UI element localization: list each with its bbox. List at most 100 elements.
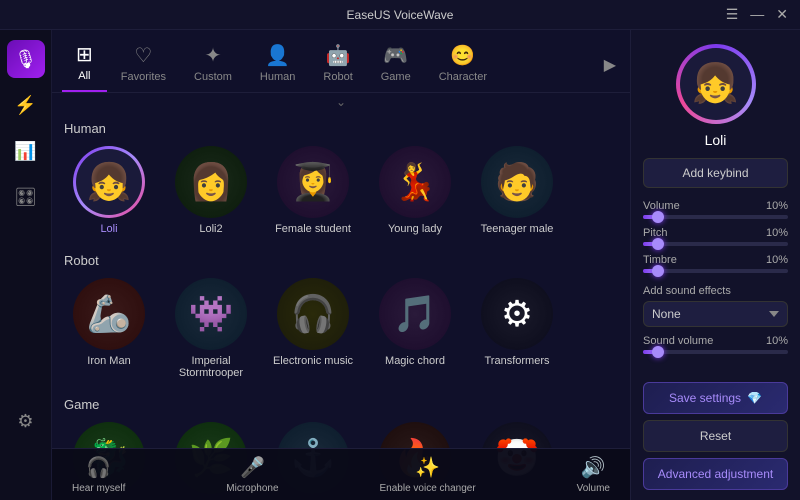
hear-myself-label: Hear myself [72, 483, 125, 494]
microphone-icon: 🎤 [240, 455, 265, 480]
sliders-icon: 🎛 [14, 187, 37, 208]
voice-female-name: Female student [275, 223, 351, 235]
voice-trans-name: Transformers [485, 355, 550, 367]
expand-btn[interactable]: ⌄ [52, 93, 630, 111]
selected-avatar-emoji: 👧 [692, 62, 739, 106]
sidebar: 🎙 ⚡ 📊 🎛 ⚙ [0, 30, 52, 500]
voice-loli-avatar: 👧 [73, 146, 145, 218]
character-icon: 😊 [450, 43, 475, 68]
voice-electronic[interactable]: 🎧 Electronic music [268, 278, 358, 379]
microphone-btn[interactable]: 🎤 Microphone [226, 455, 278, 494]
custom-icon: ✦ [205, 43, 222, 68]
voice-stormtrooper[interactable]: 👾 Imperial Stormtrooper [166, 278, 256, 379]
tab-custom-label: Custom [194, 71, 232, 83]
window-controls[interactable]: ☰ — ✕ [726, 6, 788, 23]
volume-track[interactable] [643, 215, 788, 219]
voice-young-lady[interactable]: 💃 Young lady [370, 146, 460, 235]
sound-vol-value: 10% [766, 335, 788, 347]
pitch-label-row: Pitch 10% [643, 227, 788, 239]
tab-robot[interactable]: 🤖 Robot [309, 39, 366, 91]
volume-slider-section: Volume 10% [643, 200, 788, 219]
microphone-label: Microphone [226, 483, 278, 494]
settings-icon: ⚙ [17, 411, 33, 432]
titlebar-title: EaseUS VoiceWave [347, 8, 454, 22]
volume-btn[interactable]: 🔊 Volume [577, 455, 610, 494]
bolt-icon: ⚡ [14, 95, 36, 116]
timbre-value: 10% [766, 254, 788, 266]
enable-voice-btn[interactable]: ✨ Enable voice changer [380, 455, 476, 494]
enable-voice-label: Enable voice changer [380, 483, 476, 494]
pitch-value: 10% [766, 227, 788, 239]
tab-favorites[interactable]: ♡ Favorites [107, 39, 180, 91]
tab-all[interactable]: ⊞ All [62, 38, 107, 92]
voice-female-avatar: 👩‍🎓 [277, 146, 349, 218]
sound-vol-label: Sound volume [643, 335, 713, 347]
voice-transformers[interactable]: ⚙ Transformers [472, 278, 562, 379]
pitch-slider-section: Pitch 10% [643, 227, 788, 246]
app-body: 🎙 ⚡ 📊 🎛 ⚙ ⊞ All ♡ Favorites ✦ [0, 30, 800, 500]
voice-iron-man[interactable]: 🦾 Iron Man [64, 278, 154, 379]
sidebar-item-bolt[interactable]: ⚡ [7, 86, 45, 124]
timbre-label: Timbre [643, 254, 677, 266]
tab-human-label: Human [260, 71, 295, 83]
timbre-label-row: Timbre 10% [643, 254, 788, 266]
advanced-button[interactable]: Advanced adjustment [643, 458, 788, 490]
voice-loli2-avatar: 👩 [175, 146, 247, 218]
volume-thumb[interactable] [652, 211, 664, 223]
voice-magic-chord[interactable]: 🎵 Magic chord [370, 278, 460, 379]
save-settings-button[interactable]: Save settings 💎 [643, 382, 788, 414]
sidebar-item-mic[interactable]: 🎙 [7, 40, 45, 78]
selected-avatar-inner: 👧 [680, 48, 752, 120]
volume-value: 10% [766, 200, 788, 212]
voice-teen-male[interactable]: 🧑 Teenager male [472, 146, 562, 235]
voice-loli2[interactable]: 👩 Loli2 [166, 146, 256, 235]
voice-loli[interactable]: 👧 Loli [64, 146, 154, 235]
sidebar-item-sliders[interactable]: 🎛 [7, 178, 45, 216]
save-label: Save settings [669, 391, 741, 405]
section-game-title: Game [64, 397, 618, 412]
sidebar-item-settings[interactable]: ⚙ [7, 402, 45, 440]
voice-trans-avatar: ⚙ [481, 278, 553, 350]
sidebar-item-equalizer[interactable]: 📊 [7, 132, 45, 170]
pitch-track[interactable] [643, 242, 788, 246]
favorites-icon: ♡ [134, 43, 152, 68]
voice-ironman-avatar: 🦾 [73, 278, 145, 350]
timbre-thumb[interactable] [652, 265, 664, 277]
minimize-icon[interactable]: — [750, 6, 764, 23]
tab-character[interactable]: 😊 Character [425, 39, 501, 91]
section-human-title: Human [64, 121, 618, 136]
sound-effects-select[interactable]: None Echo Reverb Distortion [643, 301, 788, 327]
pitch-thumb[interactable] [652, 238, 664, 250]
volume-label-row: Volume 10% [643, 200, 788, 212]
tab-robot-label: Robot [323, 71, 352, 83]
center-content: ⊞ All ♡ Favorites ✦ Custom 👤 Human 🤖 Rob… [52, 30, 630, 500]
sound-volume-section: Sound volume 10% [643, 335, 788, 354]
enable-voice-icon: ✨ [415, 455, 440, 480]
voice-female-student[interactable]: 👩‍🎓 Female student [268, 146, 358, 235]
scroll-right-btn[interactable]: ▶ [600, 51, 620, 79]
game-icon: 🎮 [383, 43, 408, 68]
volume-icon: 🔊 [581, 455, 606, 480]
tab-game[interactable]: 🎮 Game [367, 39, 425, 91]
titlebar: EaseUS VoiceWave ☰ — ✕ [0, 0, 800, 30]
selected-avatar-ring: 👧 [676, 44, 756, 124]
menu-icon[interactable]: ☰ [726, 6, 739, 23]
sound-effects-label: Add sound effects [643, 285, 788, 297]
sound-vol-thumb[interactable] [652, 346, 664, 358]
selected-voice-name: Loli [705, 132, 727, 148]
timbre-track[interactable] [643, 269, 788, 273]
tab-custom[interactable]: ✦ Custom [180, 39, 246, 91]
reset-button[interactable]: Reset [643, 420, 788, 452]
close-icon[interactable]: ✕ [776, 6, 788, 23]
sound-vol-track[interactable] [643, 350, 788, 354]
human-voice-row: 👧 Loli 👩 Loli2 👩‍🎓 Female student [64, 146, 618, 235]
voice-storm-name: Imperial Stormtrooper [166, 355, 256, 379]
voice-young-name: Young lady [388, 223, 442, 235]
equalizer-icon: 📊 [14, 141, 36, 162]
tab-human[interactable]: 👤 Human [246, 39, 309, 91]
volume-label: Volume [577, 483, 610, 494]
voice-elec-avatar: 🎧 [277, 278, 349, 350]
add-keybind-button[interactable]: Add keybind [643, 158, 788, 188]
hear-myself-btn[interactable]: 🎧 Hear myself [72, 455, 125, 494]
voice-loli-name: Loli [100, 223, 117, 235]
